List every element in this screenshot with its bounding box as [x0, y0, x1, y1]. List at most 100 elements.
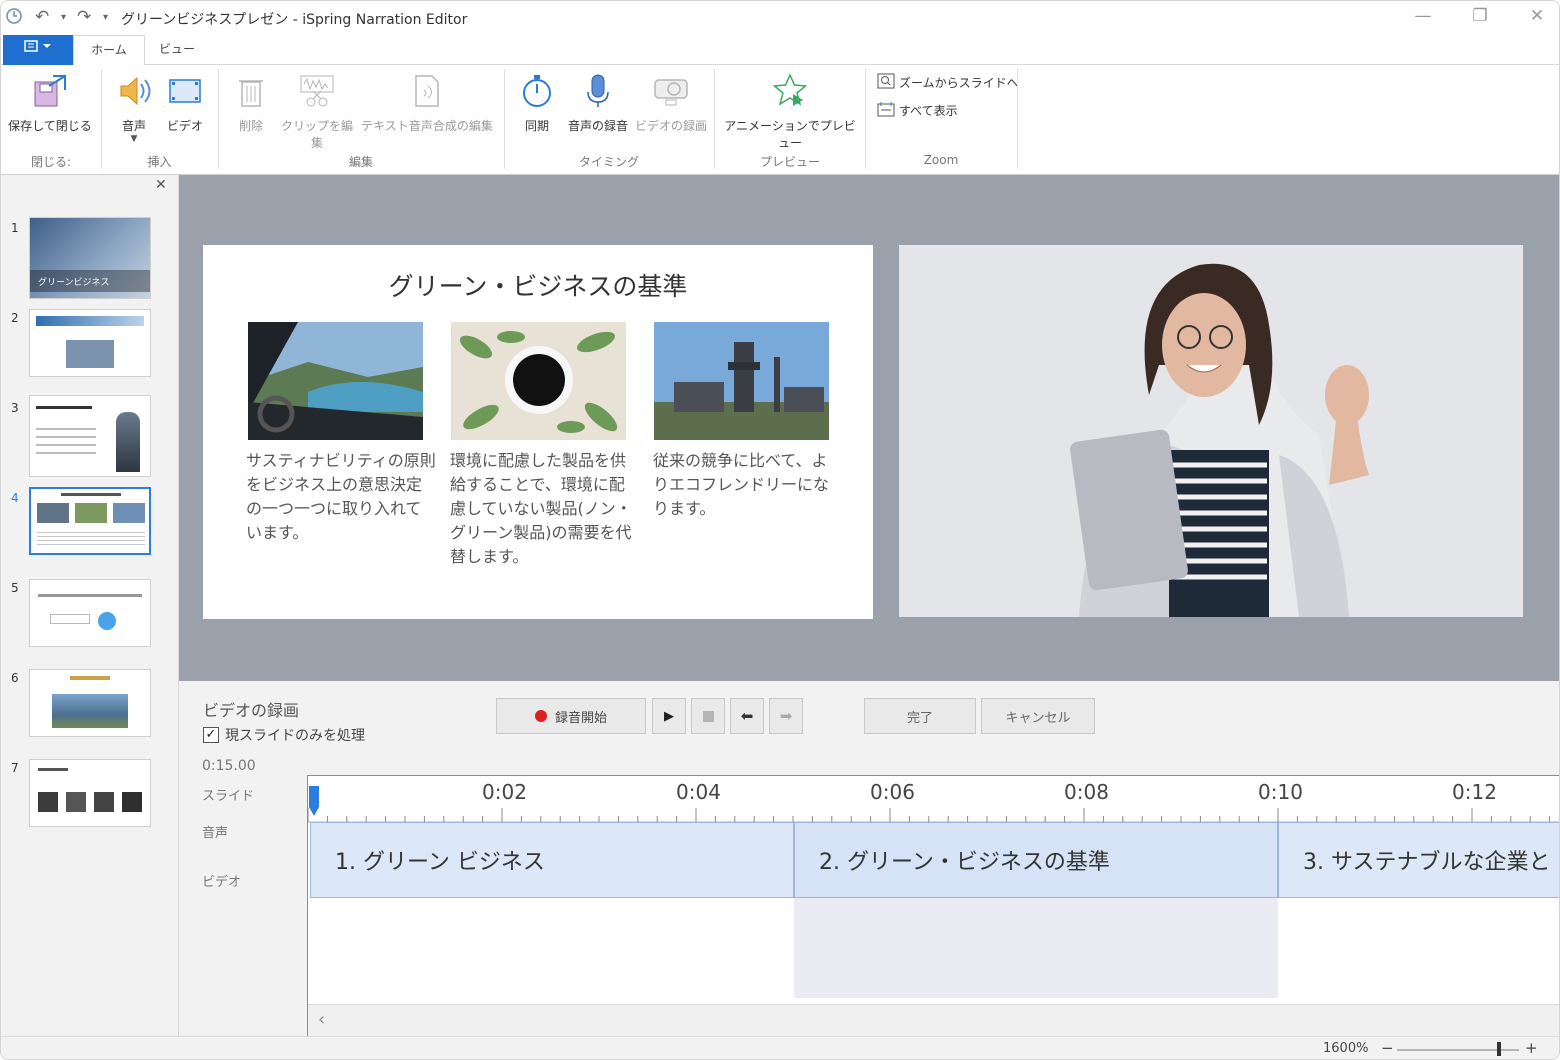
edit-clip-button[interactable]: クリップを編集: [277, 71, 357, 151]
insert-audio-label: 音声: [121, 119, 146, 133]
slide-thumbnail-3[interactable]: [29, 395, 151, 477]
slide-segment-1[interactable]: 1. グリーン ビジネス: [310, 822, 794, 898]
insert-audio-button[interactable]: 音声 ▼: [109, 71, 159, 144]
document-speech-icon: [407, 71, 447, 111]
slide-thumbnails-panel: ✕ 1 グリーンビジネス 2 3 4 5 6 7: [1, 175, 179, 1059]
slide-thumbnail-7[interactable]: [29, 759, 151, 827]
zoom-out-icon[interactable]: −: [1381, 1039, 1394, 1057]
track-label-slide: スライド: [202, 789, 255, 804]
timing-group-label: タイミング: [578, 155, 639, 169]
tab-view[interactable]: ビュー: [147, 35, 207, 66]
record-dot-icon: [534, 710, 547, 722]
thumbnail-caption: グリーンビジネス: [38, 278, 110, 288]
slide-number: 2: [11, 311, 19, 325]
zoom-to-slide-button[interactable]: ズームからスライドへ: [877, 73, 1019, 92]
edit-tts-label: テキスト音声合成の編集: [361, 119, 493, 133]
slide-caption-2: 環境に配慮した製品を供給することで、環境に配慮していない製品(ノン・グリーン製品…: [450, 451, 632, 566]
slide-thumbnail-4[interactable]: [29, 487, 151, 555]
sync-label: 同期: [524, 119, 549, 133]
insert-video-button[interactable]: ビデオ: [161, 71, 209, 134]
show-all-button[interactable]: すべて表示: [877, 101, 958, 120]
record-video-button[interactable]: ビデオの録画: [633, 71, 709, 134]
tab-home[interactable]: ホーム: [73, 35, 145, 66]
slide-number: 6: [11, 671, 19, 685]
ruler-tick-label: 0:12: [1452, 780, 1497, 804]
start-recording-button[interactable]: 録音開始: [496, 698, 646, 734]
record-audio-button[interactable]: 音声の録音: [563, 71, 633, 134]
slide-thumbnail-2[interactable]: [29, 309, 151, 377]
cancel-button[interactable]: キャンセル: [981, 698, 1095, 734]
coffee-leaves-photo: [451, 322, 626, 440]
close-group-label: 閉じる:: [30, 155, 72, 169]
slide-number: 1: [11, 221, 19, 235]
status-bar: 1600% − +: [1, 1036, 1559, 1059]
zoom-fit-icon: [877, 73, 895, 92]
segment-label: 1. グリーン ビジネス: [335, 850, 545, 875]
slide-segment-3[interactable]: 3. サステナブルな企業と: [1278, 822, 1559, 898]
edit-tts-button[interactable]: テキスト音声合成の編集: [357, 71, 497, 134]
app-window: ↶ ▾ ↷ ▾ グリーンビジネスプレゼン - iSpring Narration…: [0, 0, 1560, 1060]
undo-dropdown-icon[interactable]: ▾: [61, 12, 66, 23]
star-play-icon: [770, 71, 810, 111]
zoom-slider-thumb[interactable]: [1497, 1042, 1501, 1056]
save-close-button[interactable]: 保存して閉じる: [5, 71, 95, 134]
edit-clip-label: クリップを編集: [280, 119, 353, 150]
redo-dropdown-icon[interactable]: ▾: [103, 12, 108, 23]
save-close-icon: [30, 71, 70, 111]
slide-segment-2[interactable]: 2. グリーン・ビジネスの基準: [794, 822, 1278, 898]
ribbon-tabs: ホーム ビュー: [1, 35, 1559, 66]
zoom-to-slide-label: ズームからスライドへ: [899, 76, 1019, 90]
undo-icon[interactable]: ↶: [35, 7, 49, 27]
close-icon[interactable]: ✕: [1522, 6, 1552, 26]
timeline[interactable]: 0:02 0:04 0:06 0:08 0:10 0:12 1. グリーン ビジネス 2.…: [307, 775, 1559, 1038]
zoom-group-label: Zoom: [923, 153, 959, 167]
save-close-label: 保存して閉じる: [8, 119, 92, 133]
recording-heading: ビデオの録画: [203, 701, 300, 720]
microphone-icon: [578, 71, 618, 111]
slide-caption-1: サスティナビリティの原則をビジネス上の意思決定の一つ一つに取り入れています。: [246, 451, 436, 542]
redo-icon[interactable]: ↷: [77, 7, 91, 27]
slide-caption-3: 従来の競争に比べて、よりエコフレンドリーになります。: [653, 451, 830, 518]
slide-thumbnail-6[interactable]: [29, 669, 151, 737]
restore-icon[interactable]: ❐: [1465, 6, 1495, 26]
slide-thumbnail-1[interactable]: グリーンビジネス: [29, 217, 151, 299]
ruler-tick-label: 0:02: [482, 780, 527, 804]
previous-button[interactable]: ⬅: [730, 698, 764, 734]
start-recording-label: 録音開始: [554, 710, 607, 726]
done-button[interactable]: 完了: [864, 698, 976, 734]
segment-label: 3. サステナブルな企業と: [1303, 850, 1551, 875]
file-menu-button[interactable]: [3, 35, 73, 65]
film-icon: [165, 71, 205, 111]
track-label-audio: 音声: [202, 826, 229, 841]
minimize-icon[interactable]: —: [1408, 6, 1438, 26]
scroll-left-icon[interactable]: ‹: [318, 1009, 325, 1030]
done-label: 完了: [906, 710, 933, 726]
insert-video-label: ビデオ: [166, 119, 203, 133]
current-slide-only-checkbox[interactable]: ✓ 現スライドのみを処理: [203, 725, 365, 745]
presenter-video: [899, 245, 1523, 617]
window-title: グリーンビジネスプレゼン - iSpring Narration Editor: [121, 12, 468, 28]
factory-photo: [654, 322, 829, 440]
preview-stage: グリーン・ビジネスの基準 サスティナビリティの原則をビジネス上の意思決定の一つ一…: [179, 175, 1559, 681]
stop-button[interactable]: [691, 698, 725, 734]
close-panel-icon[interactable]: ✕: [155, 177, 167, 193]
preview-animation-button[interactable]: アニメーションでプレビュー: [719, 71, 861, 151]
zoom-in-icon[interactable]: +: [1525, 1039, 1538, 1057]
next-button[interactable]: ➡: [769, 698, 803, 734]
slide-thumbnail-5[interactable]: [29, 579, 151, 647]
cancel-label: キャンセル: [1005, 710, 1071, 726]
ruler-tick-label: 0:08: [1064, 780, 1109, 804]
slide-number: 7: [11, 761, 19, 775]
group-separator: [1017, 69, 1018, 169]
speaker-icon: [114, 71, 154, 111]
delete-button[interactable]: 削除: [231, 71, 271, 134]
slide-number: 5: [11, 581, 19, 595]
record-video-label: ビデオの録画: [634, 119, 707, 133]
timeline-scrollbar[interactable]: ‹: [308, 1004, 1559, 1038]
slide-title: グリーン・ビジネスの基準: [388, 272, 688, 301]
slide-number: 4: [11, 491, 19, 505]
sync-button[interactable]: 同期: [517, 71, 557, 134]
ruler-tick-label: 0:04: [676, 780, 721, 804]
preview-group-label: プレビュー: [759, 155, 820, 169]
play-button[interactable]: ▶: [652, 698, 686, 734]
